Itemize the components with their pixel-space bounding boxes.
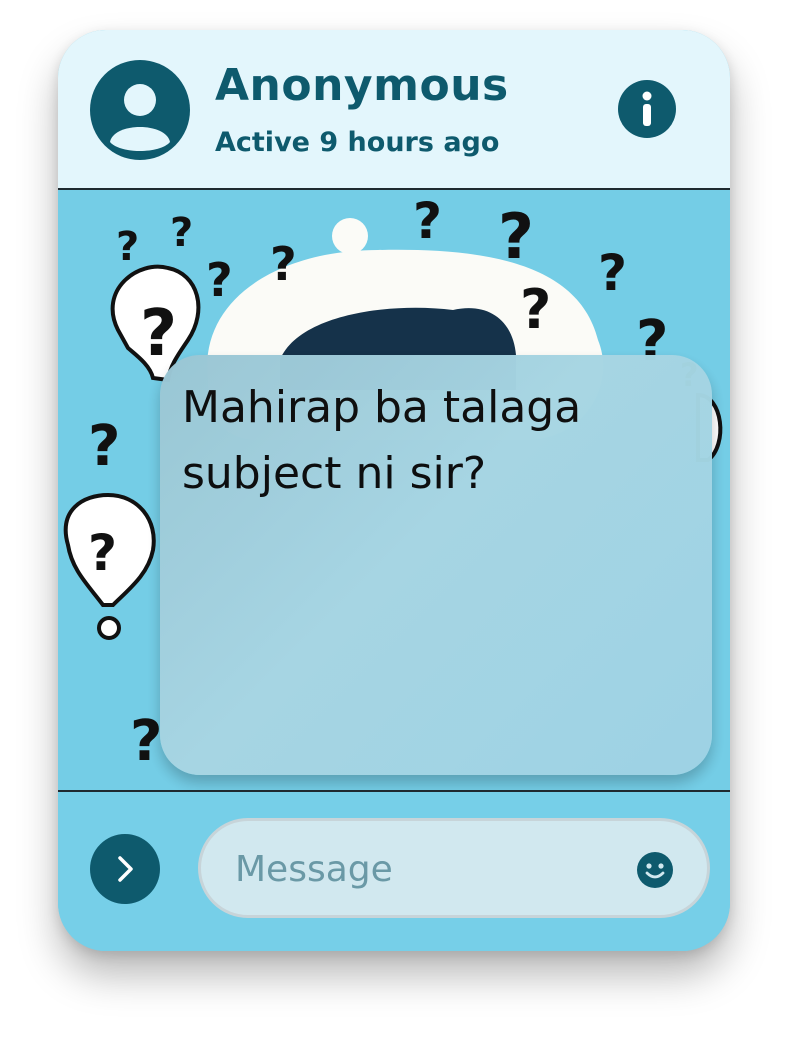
svg-text:?: ? (116, 224, 139, 270)
svg-text:?: ? (140, 297, 177, 371)
smiley-icon (637, 852, 673, 888)
avatar[interactable] (90, 60, 190, 160)
send-button[interactable] (90, 834, 160, 904)
active-status: Active 9 hours ago (215, 127, 500, 158)
composer-bar (58, 790, 730, 951)
background-illustration: ? ? ? ? ? ? ? ? ? ? ? ? ? ? (58, 190, 730, 790)
svg-text:?: ? (88, 414, 120, 479)
info-button[interactable] (618, 80, 676, 138)
svg-text:?: ? (88, 524, 117, 582)
message-text: Mahirap ba talaga subject ni sir? (182, 382, 582, 499)
user-avatar-icon (110, 84, 170, 151)
chat-card: Anonymous Active 9 hours ago ? ? ? ? ? ?… (58, 30, 730, 951)
svg-text:?: ? (520, 278, 551, 341)
svg-text:?: ? (206, 253, 233, 307)
message-bubble: Mahirap ba talaga subject ni sir? (160, 355, 712, 775)
contact-name: Anonymous (215, 60, 509, 111)
message-input-container[interactable] (198, 818, 710, 918)
svg-text:?: ? (598, 244, 627, 302)
chat-header: Anonymous Active 9 hours ago (58, 30, 730, 190)
svg-text:?: ? (130, 709, 162, 774)
svg-text:?: ? (270, 237, 297, 291)
svg-text:?: ? (498, 200, 534, 273)
emoji-button[interactable] (636, 851, 674, 889)
chevron-right-icon (118, 856, 133, 882)
info-icon (642, 91, 652, 126)
svg-text:?: ? (170, 210, 193, 256)
svg-text:?: ? (413, 192, 442, 250)
message-input[interactable] (235, 843, 615, 895)
